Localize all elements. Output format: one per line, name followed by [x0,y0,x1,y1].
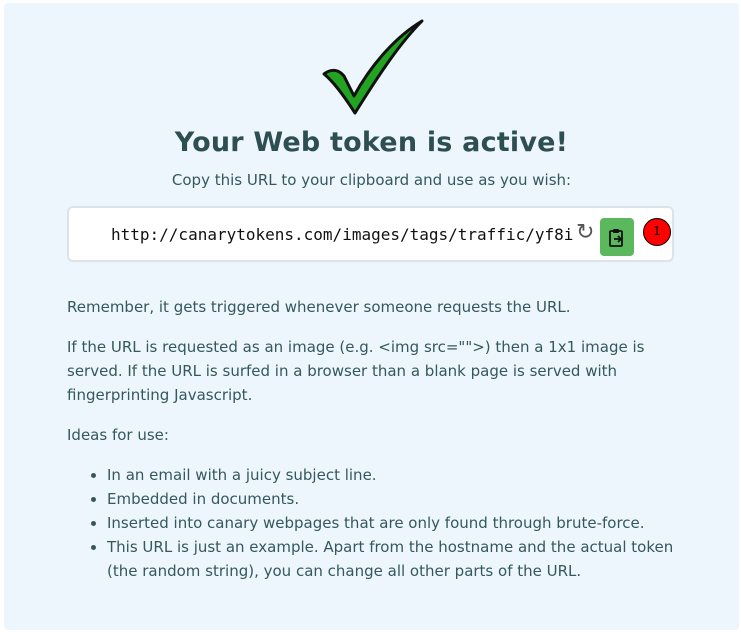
token-card: Your Web token is active! Copy this URL … [4,3,739,630]
token-url-field[interactable]: http://canarytokens.com/images/tags/traf… [67,206,674,262]
ideas-list: In an email with a juicy subject line. E… [67,463,677,583]
ideas-heading: Ideas for use: [67,426,169,444]
page-subtitle: Copy this URL to your clipboard and use … [171,171,572,189]
notification-badge: 1 [643,218,671,246]
list-item: In an email with a juicy subject line. [107,463,677,487]
token-url-text[interactable]: http://canarytokens.com/images/tags/traf… [111,225,573,244]
list-item: This URL is just an example. Apart from … [107,535,677,583]
list-item: Inserted into canary webpages that are o… [107,511,677,535]
refresh-icon[interactable]: ↻ [576,221,594,245]
trigger-note: Remember, it gets triggered whenever som… [67,298,571,316]
checkmark-icon [322,19,424,115]
copy-to-clipboard-button[interactable] [600,218,634,256]
list-item: Embedded in documents. [107,487,677,511]
page-title: Your Web token is active! [174,127,569,158]
clipboard-icon [609,229,623,247]
serving-note: If the URL is requested as an image (e.g… [67,338,645,404]
